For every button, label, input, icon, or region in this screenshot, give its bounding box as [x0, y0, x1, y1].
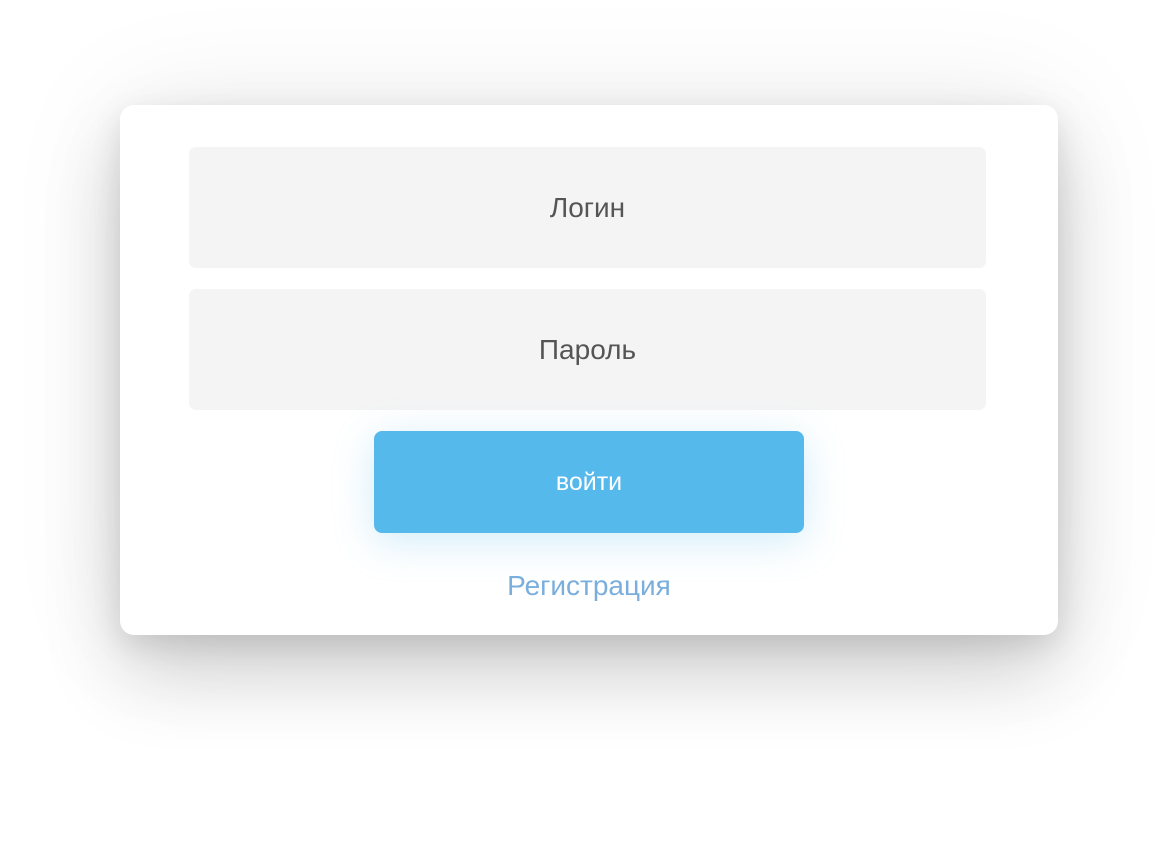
- login-placeholder: Логин: [549, 191, 626, 223]
- login-button[interactable]: войти: [374, 431, 804, 533]
- password-placeholder: Пароль: [538, 333, 637, 365]
- login-card: Логин Пароль войти Регистрация: [120, 105, 1058, 635]
- register-link[interactable]: Регистрация: [120, 570, 1058, 602]
- password-input[interactable]: Пароль: [189, 289, 986, 410]
- login-input[interactable]: Логин: [189, 147, 986, 268]
- login-button-label: войти: [555, 467, 623, 496]
